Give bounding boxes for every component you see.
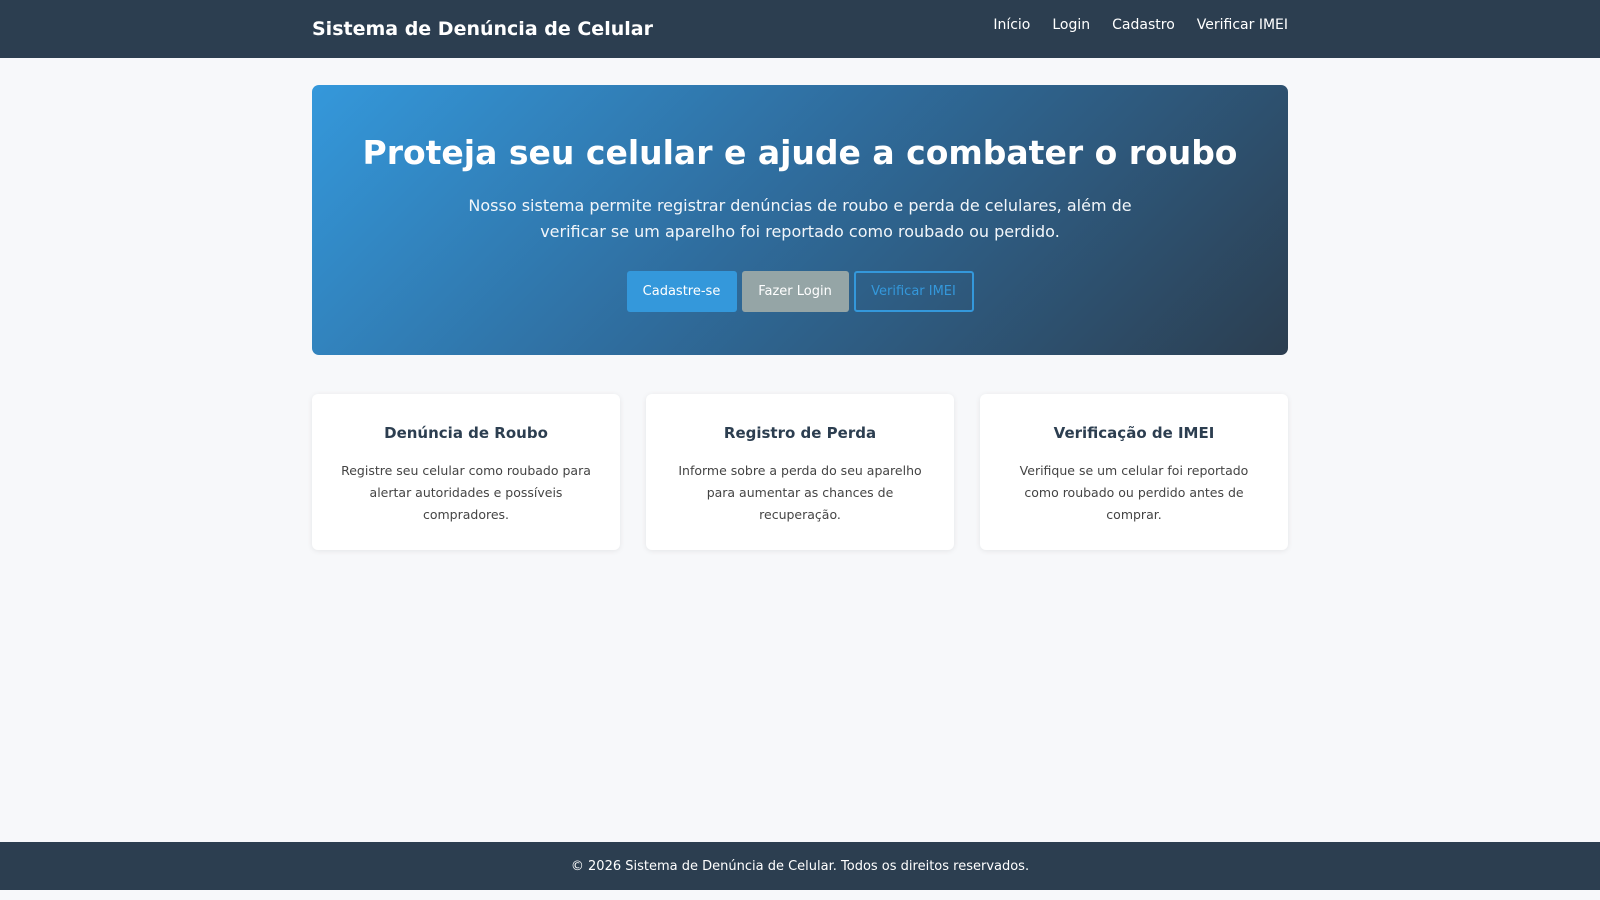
hero-description: Nosso sistema permite registrar denúncia…	[468, 196, 1132, 241]
feature-card-imei-check: Verificação de IMEI Verifique se um celu…	[980, 394, 1288, 550]
card-title: Verificação de IMEI	[1053, 424, 1215, 442]
register-button[interactable]: Cadastre-se	[626, 271, 737, 312]
nav-link-cadastro[interactable]: Cadastro	[1112, 17, 1175, 33]
card-text: Informe sobre a perda do seu aparelho pa…	[678, 463, 922, 522]
hero-banner: Proteja seu celular e ajude a combater o…	[312, 85, 1288, 355]
card-title: Registro de Perda	[723, 424, 877, 442]
top-navbar: Sistema de Denúncia de Celular Início Lo…	[0, 0, 1600, 58]
main-nav: Início Login Cadastro Verificar IMEI	[993, 17, 1288, 33]
card-text: Verifique se um celular foi reportado co…	[1019, 463, 1249, 522]
nav-link-inicio[interactable]: Início	[993, 17, 1030, 33]
card-title: Denúncia de Roubo	[384, 424, 548, 442]
footer-copyright: © 2026 Sistema de Denúncia de Celular. T…	[570, 858, 1030, 874]
site-brand[interactable]: Sistema de Denúncia de Celular	[312, 18, 653, 40]
login-button[interactable]: Fazer Login	[741, 271, 849, 312]
feature-cards: Denúncia de Roubo Registre seu celular c…	[312, 394, 1288, 550]
nav-link-verificar-imei[interactable]: Verificar IMEI	[1197, 17, 1288, 33]
hero-title: Proteja seu celular e ajude a combater o…	[362, 133, 1238, 172]
page-footer: © 2026 Sistema de Denúncia de Celular. T…	[0, 842, 1600, 890]
feature-card-loss-record: Registro de Perda Informe sobre a perda …	[646, 394, 954, 550]
verify-imei-button[interactable]: Verificar IMEI	[853, 271, 974, 312]
card-text: Registre seu celular como roubado para a…	[341, 463, 591, 522]
nav-link-login[interactable]: Login	[1052, 17, 1090, 33]
hero-actions: Cadastre-se Fazer Login Verificar IMEI	[312, 271, 1288, 312]
feature-card-theft-report: Denúncia de Roubo Registre seu celular c…	[312, 394, 620, 550]
